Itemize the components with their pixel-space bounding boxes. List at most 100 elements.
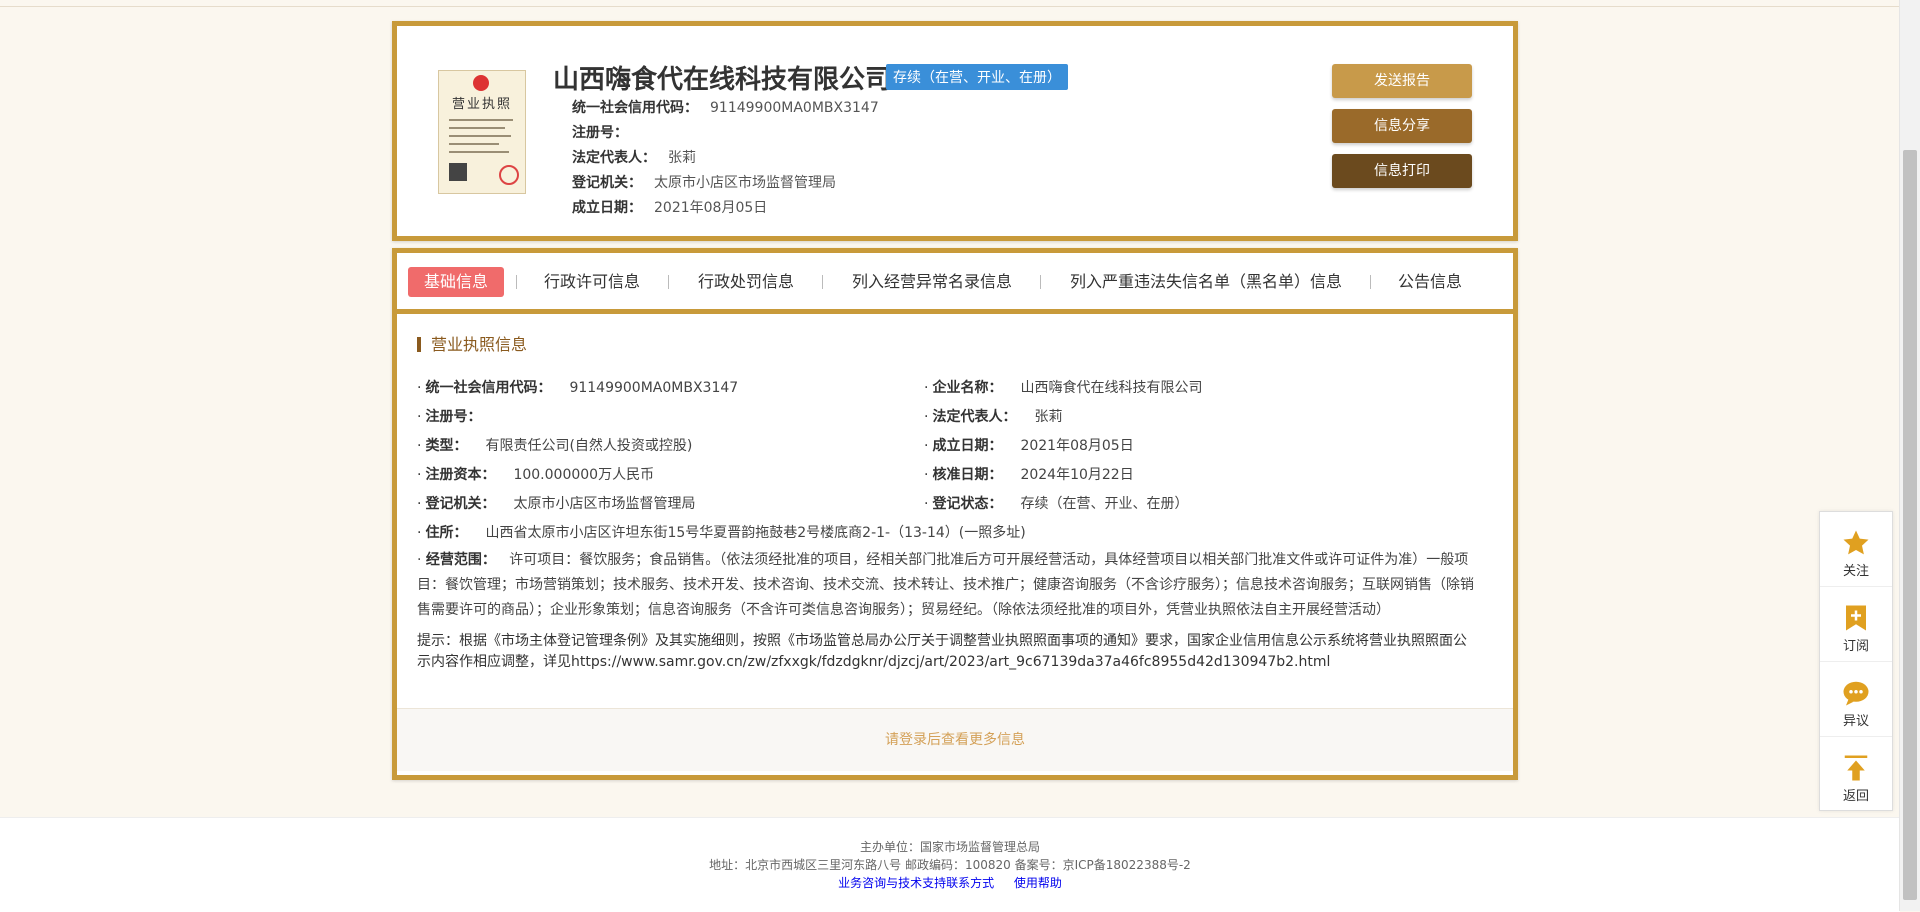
tab-separator bbox=[516, 275, 517, 289]
info-value: 91149900MA0MBX3147 bbox=[710, 100, 879, 116]
license-text-line bbox=[449, 135, 511, 137]
info-established: 成立日期： 2021年08月05日 bbox=[572, 197, 767, 217]
field-value: 张莉 bbox=[1034, 409, 1063, 425]
license-text-line bbox=[449, 119, 513, 121]
footer-links: 业务咨询与技术支持联系方式 使用帮助 bbox=[0, 874, 1900, 891]
back-to-top-icon bbox=[1841, 753, 1871, 783]
sidebar-label: 异议 bbox=[1842, 714, 1869, 729]
info-authority: 登记机关： 太原市小店区市场监督管理局 bbox=[572, 172, 836, 192]
field-type: · 类型： 有限责任公司(自然人投资或控股) bbox=[417, 438, 693, 454]
qr-code-icon bbox=[449, 163, 467, 181]
share-button[interactable]: 信息分享 bbox=[1332, 109, 1472, 143]
field-authority: · 登记机关： 太原市小店区市场监督管理局 bbox=[417, 496, 696, 512]
top-bar bbox=[0, 0, 1900, 7]
floating-sidebar: 关注 订阅 异议 返回 bbox=[1819, 511, 1893, 811]
field-value: 有限责任公司(自然人投资或控股) bbox=[485, 438, 693, 454]
field-label: 登记机关： bbox=[425, 496, 496, 512]
field-label: 类型： bbox=[425, 438, 468, 454]
sidebar-item-back-top[interactable]: 返回 bbox=[1820, 737, 1892, 811]
subscribe-icon bbox=[1841, 603, 1871, 633]
tab-separator bbox=[668, 275, 669, 289]
basic-info-card: 基础信息 行政许可信息 行政处罚信息 列入经营异常名录信息 列入严重违法失信名单… bbox=[392, 248, 1518, 780]
sidebar-label: 订阅 bbox=[1842, 639, 1869, 654]
field-value: 2024年10月22日 bbox=[1020, 467, 1134, 483]
section-title: 营业执照信息 bbox=[417, 337, 527, 353]
field-established: · 成立日期： 2021年08月05日 bbox=[924, 438, 1134, 454]
sidebar-item-objection[interactable]: 异议 bbox=[1820, 662, 1892, 737]
info-label: 法定代表人： bbox=[572, 150, 656, 166]
print-button[interactable]: 信息打印 bbox=[1332, 154, 1472, 188]
sidebar-item-subscribe[interactable]: 订阅 bbox=[1820, 587, 1892, 662]
info-legal-rep: 法定代表人： 张莉 bbox=[572, 147, 696, 167]
scope-label: 经营范围： bbox=[425, 552, 496, 568]
field-value: 太原市小店区市场监督管理局 bbox=[513, 496, 696, 512]
footer-address: 地址：北京市西城区三里河东路八号 邮政编码：100820 备案号：京ICP备18… bbox=[709, 858, 1191, 872]
field-credit-code: · 统一社会信用代码： 91149900MA0MBX3147 bbox=[417, 380, 739, 396]
star-icon bbox=[1841, 528, 1871, 558]
field-value: 山西省太原市小店区许坦东街15号华夏晋韵拖鼓巷2号楼底商2-1-（13-14）(… bbox=[485, 525, 1026, 541]
field-label: 成立日期： bbox=[932, 438, 1003, 454]
status-badge: 存续（在营、开业、在册） bbox=[886, 64, 1068, 90]
info-reg-no: 注册号： bbox=[572, 122, 640, 142]
send-report-button[interactable]: 发送报告 bbox=[1332, 64, 1472, 98]
field-label: 住所： bbox=[425, 525, 468, 541]
field-label: 登记状态： bbox=[932, 496, 1003, 512]
info-label: 登记机关： bbox=[572, 175, 642, 191]
field-label: 统一社会信用代码： bbox=[425, 380, 552, 396]
tab-separator bbox=[1040, 275, 1041, 289]
footer-sponsor: 主办单位：国家市场监督管理总局 bbox=[859, 840, 1040, 854]
login-more-link[interactable]: 请登录后查看更多信息 bbox=[397, 708, 1513, 771]
field-value: 存续（在营、开业、在册） bbox=[1020, 496, 1189, 512]
comment-icon bbox=[1841, 678, 1871, 708]
scope-value: 许可项目：餐饮服务；食品销售。（依法须经批准的项目，经相关部门批准后方可开展经营… bbox=[417, 552, 1474, 618]
field-value: 91149900MA0MBX3147 bbox=[569, 380, 739, 396]
adjustment-tip: 提示：根据《市场主体登记管理条例》及其实施细则，按照《市场监管总局办公厅关于调整… bbox=[417, 633, 1467, 670]
contact-link[interactable]: 业务咨询与技术支持联系方式 bbox=[838, 876, 994, 890]
license-text-line bbox=[449, 151, 509, 153]
tab-separator bbox=[1370, 275, 1371, 289]
tab-basic-info[interactable]: 基础信息 bbox=[408, 267, 505, 297]
tab-admin-license[interactable]: 行政许可信息 bbox=[528, 267, 656, 297]
scrollbar[interactable] bbox=[1899, 0, 1920, 911]
help-link[interactable]: 使用帮助 bbox=[1014, 876, 1062, 890]
tab-admin-penalty[interactable]: 行政处罚信息 bbox=[682, 267, 810, 297]
field-value: 山西嗨食代在线科技有限公司 bbox=[1020, 380, 1203, 396]
seal-icon bbox=[499, 165, 519, 185]
sidebar-item-follow[interactable]: 关注 bbox=[1820, 512, 1892, 587]
info-label: 成立日期： bbox=[572, 200, 642, 216]
info-value: 太原市小店区市场监督管理局 bbox=[654, 175, 836, 191]
info-label: 注册号： bbox=[572, 125, 628, 141]
license-image-label: 营业执照 bbox=[451, 97, 512, 112]
tab-separator bbox=[822, 275, 823, 289]
tab-bar: 基础信息 行政许可信息 行政处罚信息 列入经营异常名录信息 列入严重违法失信名单… bbox=[397, 253, 1513, 314]
field-label: 核准日期： bbox=[932, 467, 1003, 483]
sidebar-label: 关注 bbox=[1842, 564, 1869, 579]
tab-blacklist[interactable]: 列入严重违法失信名单（黑名单）信息 bbox=[1054, 267, 1358, 297]
field-approved: · 核准日期： 2024年10月22日 bbox=[924, 467, 1134, 483]
info-label: 统一社会信用代码： bbox=[572, 100, 698, 116]
company-name: 山西嗨食代在线科技有限公司 bbox=[553, 65, 892, 95]
info-value: 2021年08月05日 bbox=[654, 200, 768, 216]
field-label: 注册号： bbox=[425, 409, 482, 425]
field-company-name: · 企业名称： 山西嗨食代在线科技有限公司 bbox=[924, 380, 1203, 396]
national-emblem-icon bbox=[473, 75, 489, 91]
business-scope: · 经营范围： 许可项目：餐饮服务；食品销售。（依法须经批准的项目，经相关部门批… bbox=[417, 552, 1474, 618]
business-license-image[interactable]: 营业执照 bbox=[438, 70, 526, 194]
scrollbar-thumb[interactable] bbox=[1903, 150, 1917, 900]
footer: 主办单位：国家市场监督管理总局 地址：北京市西城区三里河东路八号 邮政编码：10… bbox=[0, 817, 1900, 912]
field-capital: · 注册资本： 100.000000万人民币 bbox=[417, 467, 655, 483]
field-label: 企业名称： bbox=[932, 380, 1003, 396]
field-legal-rep: · 法定代表人： 张莉 bbox=[924, 409, 1063, 425]
company-header-card: 营业执照 山西嗨食代在线科技有限公司 存续（在营、开业、在册） 统一社会信用代码… bbox=[392, 21, 1518, 241]
field-address: · 住所： 山西省太原市小店区许坦东街15号华夏晋韵拖鼓巷2号楼底商2-1-（13-… bbox=[417, 525, 1026, 541]
field-label: 注册资本： bbox=[425, 467, 496, 483]
license-text-line bbox=[449, 143, 499, 145]
field-reg-no: · 注册号： bbox=[417, 409, 482, 425]
tab-announcements[interactable]: 公告信息 bbox=[1382, 267, 1478, 297]
field-label: 法定代表人： bbox=[932, 409, 1017, 425]
info-credit-code: 统一社会信用代码： 91149900MA0MBX3147 bbox=[572, 97, 879, 117]
tab-abnormal-list[interactable]: 列入经营异常名录信息 bbox=[836, 267, 1028, 297]
license-text-line bbox=[449, 127, 505, 129]
info-value: 张莉 bbox=[668, 150, 696, 166]
field-value: 100.000000万人民币 bbox=[513, 467, 655, 483]
